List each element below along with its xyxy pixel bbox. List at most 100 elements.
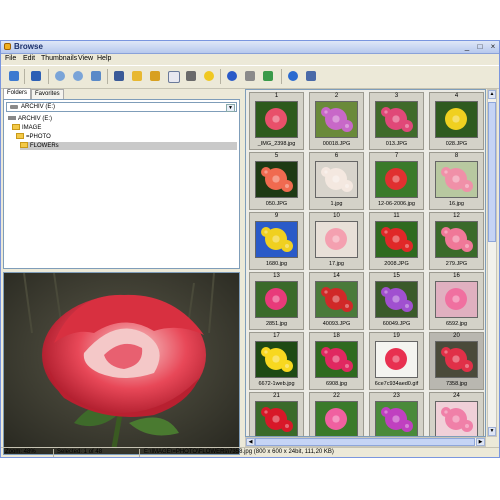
thumbnail-item[interactable]: 7 12-06-2006.jpg (369, 152, 424, 210)
sort-button[interactable] (29, 69, 43, 83)
tab-favorites[interactable]: Favorites (31, 89, 64, 99)
thumbnail-item[interactable]: 1 _IMG_2398.jpg (249, 92, 304, 150)
info-icon (227, 71, 237, 81)
thumbnail-filename: 6592.jpg (445, 321, 468, 327)
delete-button[interactable] (184, 69, 198, 83)
thumbnail-number: 21 (273, 393, 280, 399)
thumbnail-item[interactable]: 11 2008.JPG (369, 212, 424, 270)
thumbnail-item[interactable]: 23 (369, 392, 424, 436)
exit-button[interactable] (304, 69, 318, 83)
thumbnail-item[interactable]: 21 (249, 392, 304, 436)
scroll-up-button[interactable]: ▲ (488, 90, 496, 99)
thumbnail-item[interactable]: 10 17.jpg (309, 212, 364, 270)
title-bar[interactable]: Browse _ □ × (1, 41, 499, 54)
thumbnail-filename: 17.jpg (329, 261, 344, 267)
thumbnail-filename: 6908.jpg (325, 381, 348, 387)
thumbnail-item[interactable]: 2 00018.JPG (309, 92, 364, 150)
thumbnail-image (255, 401, 298, 436)
thumbnail-image (435, 101, 478, 138)
thumbnail-item[interactable]: 6 1.jpg (309, 152, 364, 210)
thumbnail-number: 15 (393, 273, 400, 279)
folder-icon (16, 133, 24, 140)
close-button[interactable]: × (487, 42, 499, 51)
slideshow-button[interactable] (112, 69, 126, 83)
fit-icon (91, 71, 101, 81)
thumbnail-number: 10 (333, 213, 340, 219)
thumbnail-number: 18 (333, 333, 340, 339)
thumbnail-image (375, 221, 418, 258)
menu-edit[interactable]: Edit (23, 55, 35, 62)
favorite-icon (204, 71, 214, 81)
tree-item-image[interactable]: IMAGE (12, 124, 41, 132)
scroll-left-button[interactable]: ◀ (246, 438, 255, 446)
thumbnail-filename: 013.JPG (385, 141, 408, 147)
tree-item-photo[interactable]: =PHOTO (16, 133, 51, 141)
thumbnail-image (315, 401, 358, 436)
thumbnail-item[interactable]: 4 028.JPG (429, 92, 484, 150)
copy-to-button[interactable] (130, 69, 144, 83)
thumbnail-item[interactable]: 19 6ce7c934aed0.gif (369, 332, 424, 390)
thumbnail-number: 1 (274, 93, 279, 99)
zoom-out-button[interactable] (71, 69, 85, 83)
thumbnail-number: 17 (273, 333, 280, 339)
hscroll-thumb[interactable] (255, 438, 475, 446)
status-path: E:\IMAGE\=PHOTO\FLOWERs\7358.jpg (800 x … (144, 449, 334, 455)
maximize-button[interactable]: □ (474, 42, 486, 51)
thumbnail-image (375, 101, 418, 138)
menu-bar: File Edit Thumbnails View Help (1, 54, 499, 64)
set-wallpaper-button[interactable] (261, 69, 275, 83)
thumbnail-item[interactable]: 22 (309, 392, 364, 436)
thumbnail-image (315, 281, 358, 318)
browse-button[interactable] (7, 69, 21, 83)
thumbnail-item[interactable]: 17 6672-1web.jpg (249, 332, 304, 390)
thumbnail-item[interactable]: 20 7358.jpg (429, 332, 484, 390)
move-to-button[interactable] (148, 69, 162, 83)
menu-help[interactable]: Help (97, 55, 111, 62)
fit-button[interactable] (89, 69, 103, 83)
help-button[interactable] (286, 69, 300, 83)
thumbnail-item[interactable]: 15 60049.JPG (369, 272, 424, 330)
thumbnail-item[interactable]: 5 050.JPG (249, 152, 304, 210)
status-zoom: Zoom: 48% (5, 449, 36, 455)
thumbnail-item[interactable]: 12 279.JPG (429, 212, 484, 270)
thumbnail-image (315, 341, 358, 378)
horizontal-scrollbar[interactable]: ◀ ▶ (245, 437, 486, 447)
thumbnail-item[interactable]: 13 2851.jpg (249, 272, 304, 330)
zoom-in-button[interactable] (53, 69, 67, 83)
thumbnail-number: 7 (394, 153, 399, 159)
favorite-button[interactable] (202, 69, 216, 83)
print-button[interactable] (243, 69, 257, 83)
thumbnail-item[interactable]: 9 1680.jpg (249, 212, 304, 270)
thumbnail-item[interactable]: 16 6592.jpg (429, 272, 484, 330)
tree-item-drive[interactable]: ARCHIV (E:) (8, 115, 52, 123)
menu-view[interactable]: View (78, 55, 93, 62)
thumbnail-image (375, 401, 418, 436)
info-button[interactable] (225, 69, 239, 83)
drive-select[interactable]: ARCHIV (E:) ▼ (6, 102, 237, 112)
thumbnail-image (435, 161, 478, 198)
menu-thumbnails[interactable]: Thumbnails (41, 55, 77, 62)
scroll-thumb[interactable] (488, 102, 496, 242)
scroll-right-button[interactable]: ▶ (476, 438, 485, 446)
thumbnail-image (315, 161, 358, 198)
print-icon (245, 71, 255, 81)
thumbnail-item[interactable]: 3 013.JPG (369, 92, 424, 150)
scroll-down-button[interactable]: ▼ (488, 427, 496, 436)
thumbnail-number: 6 (334, 153, 339, 159)
folder-icon (12, 124, 20, 131)
tab-folders[interactable]: Folders (3, 88, 32, 99)
menu-file[interactable]: File (5, 55, 16, 62)
thumbnail-filename: 6672-1web.jpg (258, 381, 295, 387)
vertical-scrollbar[interactable]: ▲ ▼ (487, 89, 497, 437)
tree-item-flowers[interactable]: FLOWERs (20, 142, 237, 150)
thumbnail-item[interactable]: 24 (429, 392, 484, 436)
email-button[interactable] (166, 69, 180, 83)
chevron-down-icon[interactable]: ▼ (226, 104, 235, 112)
minimize-button[interactable]: _ (461, 42, 473, 51)
thumbnail-item[interactable]: 14 40093.JPG (309, 272, 364, 330)
thumbnail-image (435, 401, 478, 436)
image-preview[interactable] (3, 272, 240, 455)
thumbnail-item[interactable]: 18 6908.jpg (309, 332, 364, 390)
toolbar (1, 65, 499, 89)
thumbnail-item[interactable]: 8 16.jpg (429, 152, 484, 210)
